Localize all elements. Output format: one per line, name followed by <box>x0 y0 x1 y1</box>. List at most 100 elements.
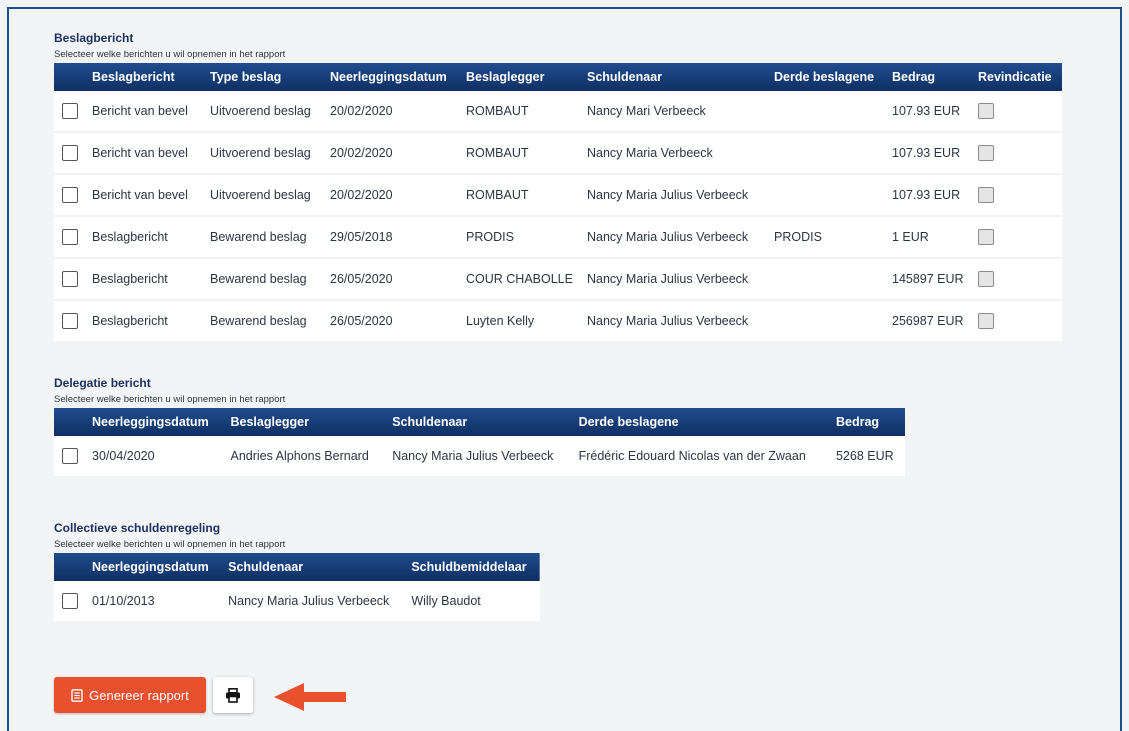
revindicatie-cell <box>972 216 1062 259</box>
table-cell: 145897 EUR <box>886 258 972 301</box>
table-cell: 29/05/2018 <box>324 216 460 259</box>
table-cell: 107.93 EUR <box>886 174 972 217</box>
header-checkbox-col <box>54 63 86 91</box>
revindicatie-checkbox <box>978 313 994 329</box>
table-header-row: Neerleggingsdatum Schuldenaar Schuldbemi… <box>54 553 540 581</box>
table-cell: 20/02/2020 <box>324 91 460 133</box>
section-title: Beslagbericht <box>54 31 134 45</box>
row-select-cell <box>54 132 86 175</box>
revindicatie-cell <box>972 91 1062 133</box>
row-select-checkbox[interactable] <box>62 103 78 119</box>
row-select-cell <box>54 174 86 217</box>
row-select-cell <box>54 216 86 259</box>
col-header: Beslaglegger <box>230 415 309 429</box>
revindicatie-cell <box>972 300 1062 343</box>
table-cell: ROMBAUT <box>460 174 581 217</box>
revindicatie-cell <box>972 258 1062 301</box>
table-cell: 26/05/2020 <box>324 300 460 343</box>
row-select-checkbox[interactable] <box>62 187 78 203</box>
table-cell: Nancy Mari Verbeeck <box>581 91 768 133</box>
table-header-row: Beslagbericht Type beslag Neerleggingsda… <box>54 63 1062 91</box>
row-select-checkbox[interactable] <box>62 593 78 609</box>
row-select-checkbox[interactable] <box>62 448 78 464</box>
table-cell: Willy Baudot <box>405 581 540 623</box>
table-row: Bericht van bevel Uitvoerend beslag 20/02/… <box>54 91 1062 133</box>
table-row: Beslagbericht Bewarend beslag 29/05/2018 PR… <box>54 216 1062 259</box>
table-cell: COUR CHABOLLE <box>460 258 581 301</box>
table-cell <box>768 300 886 343</box>
table-cell: Nancy Maria Verbeeck <box>581 132 768 175</box>
table-cell: Beslagbericht <box>86 258 204 301</box>
table-cell: 20/02/2020 <box>324 132 460 175</box>
table-cell: PRODIS <box>460 216 581 259</box>
col-header: Neerleggingsdatum <box>92 560 209 574</box>
table-cell <box>768 91 886 133</box>
table-cell: Bewarend beslag <box>204 300 324 343</box>
table-cell: 107.93 EUR <box>886 91 972 133</box>
table-cell: 30/04/2020 <box>86 436 225 478</box>
table-cell: Frédéric Edouard Nicolas van der Zwaan <box>572 436 830 478</box>
row-select-checkbox[interactable] <box>62 313 78 329</box>
table-cell: Bewarend beslag <box>204 216 324 259</box>
table-cell: 256987 EUR <box>886 300 972 343</box>
collectieve-table: Neerleggingsdatum Schuldenaar Schuldbemi… <box>54 553 540 623</box>
table-cell: Nancy Maria Julius Verbeeck <box>386 436 573 478</box>
collectieve-section: Collectieve schuldenregeling Selecteer w… <box>54 521 540 623</box>
table-header-row: Neerleggingsdatum Beslaglegger Schuldena… <box>54 408 905 436</box>
delegatie-section: Delegatie bericht Selecteer welke berich… <box>54 376 905 478</box>
section-subtitle: Selecteer welke berichten u wil opnemen … <box>54 394 286 405</box>
table-cell: Uitvoerend beslag <box>204 91 324 133</box>
row-select-checkbox[interactable] <box>62 145 78 161</box>
col-header: Schuldenaar <box>392 415 468 429</box>
col-header: Bedrag <box>835 415 880 429</box>
revindicatie-checkbox <box>978 145 994 161</box>
document-icon <box>71 688 83 702</box>
col-header: Neerleggingsdatum <box>330 70 447 84</box>
generate-report-label: Genereer rapport <box>89 687 189 703</box>
table-cell: Beslagbericht <box>86 216 204 259</box>
col-header: Derde beslagene <box>774 70 875 84</box>
row-select-cell <box>54 258 86 301</box>
table-cell: 01/10/2013 <box>86 581 223 623</box>
section-title: Delegatie bericht <box>54 376 151 390</box>
section-title: Collectieve schuldenregeling <box>54 521 221 535</box>
revindicatie-cell <box>972 132 1062 175</box>
col-header: Type beslag <box>210 70 282 84</box>
table-cell: 20/02/2020 <box>324 174 460 217</box>
table-cell <box>768 174 886 217</box>
table-cell: Bericht van bevel <box>86 91 204 133</box>
table-cell <box>768 258 886 301</box>
header-checkbox-col <box>54 553 86 581</box>
table-cell: Nancy Maria Julius Verbeeck <box>222 581 406 623</box>
table-cell: 1 EUR <box>886 216 972 259</box>
table-cell: Bericht van bevel <box>86 132 204 175</box>
col-header: Schuldbemiddelaar <box>411 560 527 574</box>
revindicatie-checkbox <box>978 103 994 119</box>
table-cell: PRODIS <box>768 216 886 259</box>
table-row: Beslagbericht Bewarend beslag 26/05/2020 CO… <box>54 258 1062 301</box>
table-cell: Uitvoerend beslag <box>204 174 324 217</box>
table-cell: Nancy Maria Julius Verbeeck <box>581 258 768 301</box>
table-cell: Bericht van bevel <box>86 174 204 217</box>
beslagbericht-table: Beslagbericht Type beslag Neerleggingsda… <box>54 63 1062 343</box>
generate-report-button[interactable]: Genereer rapport <box>54 677 206 713</box>
section-subtitle: Selecteer welke berichten u wil opnemen … <box>54 49 286 60</box>
table-cell <box>768 132 886 175</box>
col-header: Derde beslagene <box>578 415 679 429</box>
table-cell: ROMBAUT <box>460 91 581 133</box>
col-header: Beslaglegger <box>466 70 545 84</box>
print-button[interactable] <box>213 677 253 713</box>
table-row: 01/10/2013 Nancy Maria Julius Verbeeck Wil… <box>54 581 540 623</box>
section-subtitle: Selecteer welke berichten u wil opnemen … <box>54 539 286 550</box>
revindicatie-checkbox <box>978 271 994 287</box>
row-select-cell <box>54 300 86 343</box>
revindicatie-cell <box>972 174 1062 217</box>
col-header: Neerleggingsdatum <box>92 415 209 429</box>
table-cell: Andries Alphons Bernard <box>224 436 387 478</box>
row-select-checkbox[interactable] <box>62 229 78 245</box>
table-cell: 107.93 EUR <box>886 132 972 175</box>
table-cell: Beslagbericht <box>86 300 204 343</box>
col-header: Revindicatie <box>978 70 1052 84</box>
row-select-checkbox[interactable] <box>62 271 78 287</box>
arrow-left-icon <box>274 683 346 711</box>
